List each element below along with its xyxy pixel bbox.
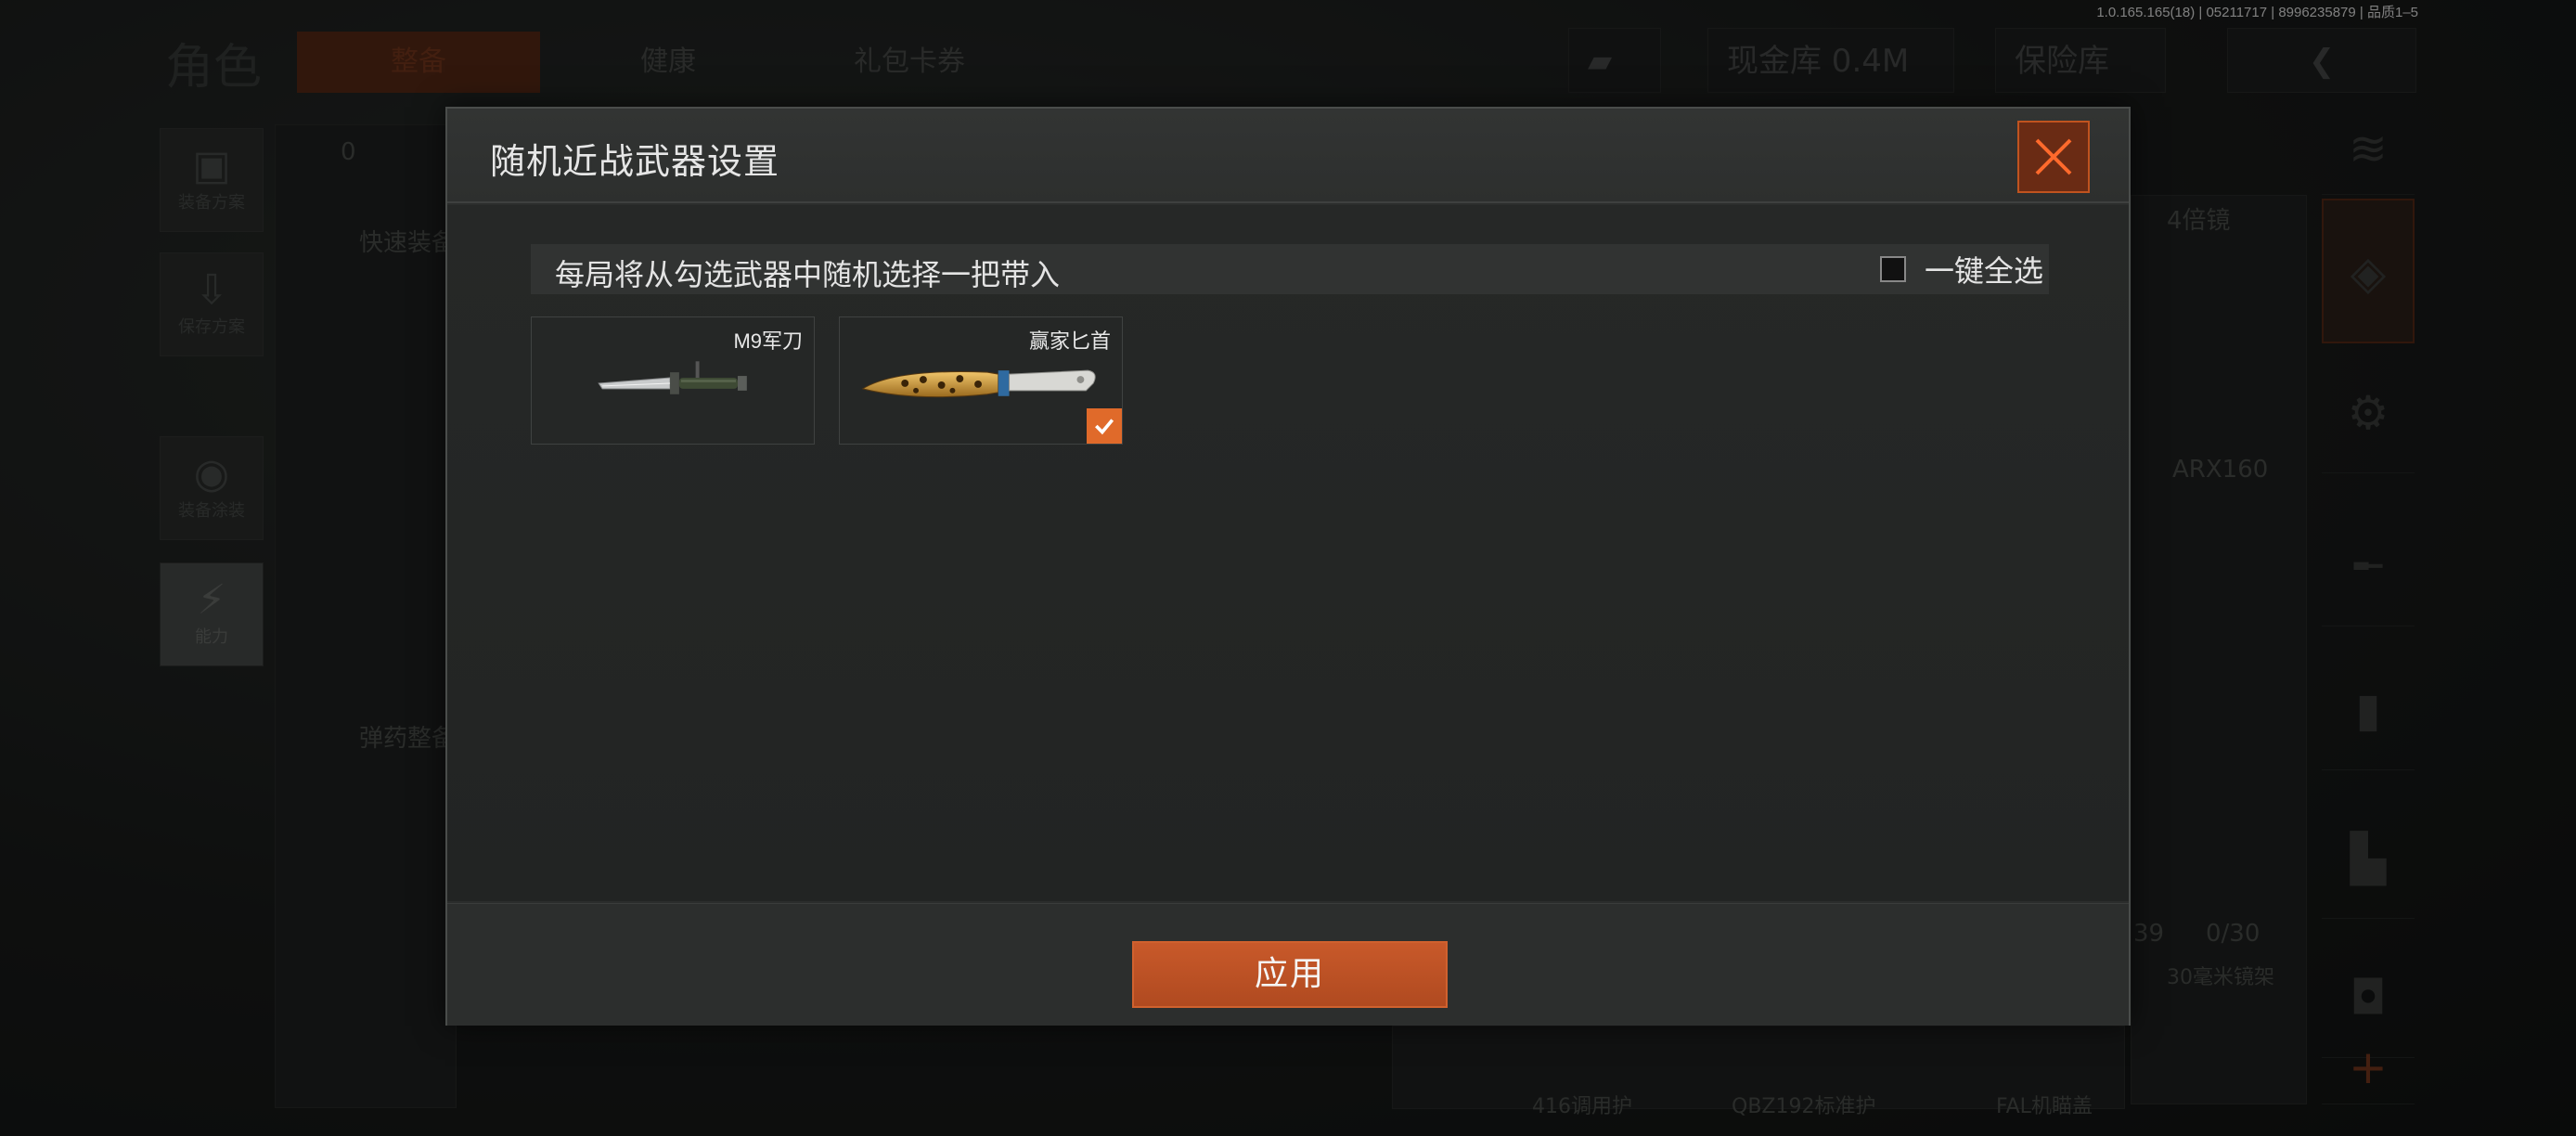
modal-body: 每局将从勾选武器中随机选择一把带入 一键全选 M9军刀 赢家匕首 — [447, 205, 2129, 901]
info-bar: 每局将从勾选武器中随机选择一把带入 一键全选 — [531, 244, 2049, 294]
random-melee-modal: 随机近战武器设置 每局将从勾选武器中随机选择一把带入 一键全选 M9军刀 赢家匕… — [445, 107, 2131, 1026]
select-all-toggle[interactable]: 一键全选 — [1879, 250, 2043, 289]
checkmark-icon — [1095, 419, 1114, 435]
weapon-selected-checkbox[interactable] — [1087, 408, 1122, 444]
close-button[interactable] — [2017, 121, 2090, 193]
close-icon — [2035, 138, 2072, 175]
modal-title: 随机近战武器设置 — [490, 141, 780, 182]
info-text: 每局将从勾选武器中随机选择一把带入 — [555, 257, 1061, 292]
weapon-card-m9[interactable]: M9军刀 — [531, 316, 815, 445]
modal-footer: 应用 — [447, 903, 2129, 1026]
weapon-name-m9: M9军刀 — [733, 329, 803, 353]
weapon-name-winner-dagger: 赢家匕首 — [1028, 329, 1111, 353]
select-all-label: 一键全选 — [1924, 253, 2043, 289]
weapon-card-winner-dagger[interactable]: 赢家匕首 — [839, 316, 1123, 445]
apply-button[interactable]: 应用 — [1132, 941, 1448, 1008]
select-all-checkbox[interactable] — [1879, 256, 1906, 282]
modal-header: 随机近战武器设置 — [447, 109, 2129, 203]
